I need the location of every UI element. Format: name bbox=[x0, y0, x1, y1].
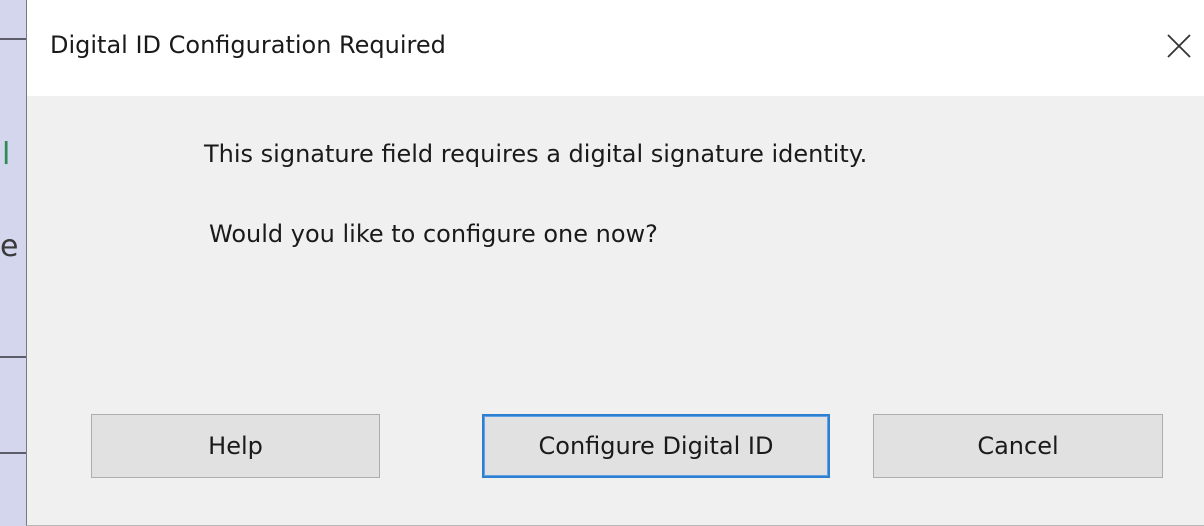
digital-id-dialog: Digital ID Configuration Required This s… bbox=[26, 0, 1204, 526]
dialog-message: This signature field requires a digital … bbox=[204, 140, 868, 168]
background-text-fragment: l bbox=[2, 137, 11, 172]
background-divider bbox=[0, 452, 26, 454]
close-button[interactable] bbox=[1154, 16, 1204, 76]
help-button[interactable]: Help bbox=[91, 414, 380, 478]
background-divider bbox=[0, 356, 26, 358]
background-text-fragment: e bbox=[0, 229, 19, 264]
cancel-button[interactable]: Cancel bbox=[873, 414, 1163, 478]
configure-digital-id-button[interactable]: Configure Digital ID bbox=[482, 414, 830, 478]
dialog-titlebar: Digital ID Configuration Required bbox=[27, 0, 1204, 96]
dialog-title: Digital ID Configuration Required bbox=[50, 31, 446, 59]
close-icon bbox=[1167, 34, 1191, 58]
background-app-window: l e bbox=[0, 0, 26, 526]
screen: l e Digital ID Configuration Required Th… bbox=[0, 0, 1204, 526]
background-divider bbox=[0, 38, 26, 40]
dialog-question: Would you like to configure one now? bbox=[209, 220, 658, 248]
